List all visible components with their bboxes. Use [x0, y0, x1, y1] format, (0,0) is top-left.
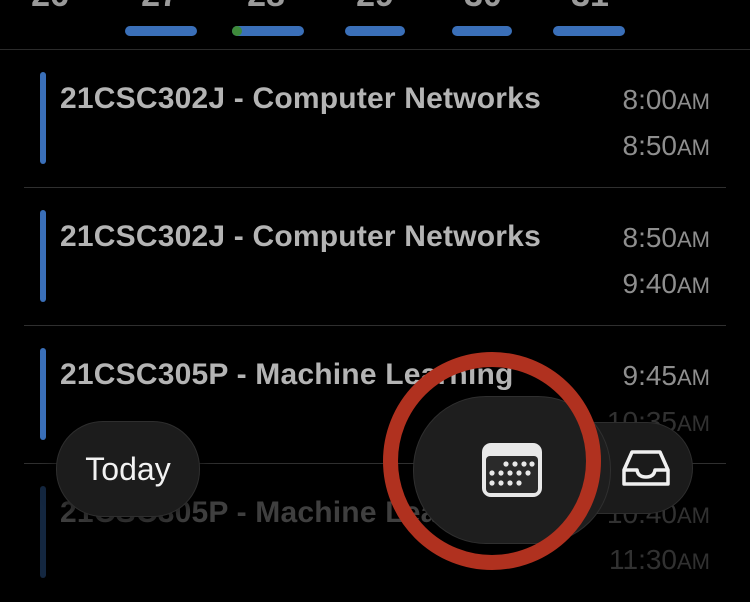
event-end-time: 8:50AM [622, 130, 711, 161]
event-start-time: 8:00AM [622, 84, 711, 115]
event-accent-bar [40, 486, 46, 578]
day-event-bar [553, 26, 625, 36]
event-title: 21CSC302J - Computer Networks [60, 220, 541, 253]
event-title: 21CSC302J - Computer Networks [60, 82, 541, 115]
day-event-dot [232, 26, 242, 36]
day-strip: 26 27 28 29 30 31 [0, 0, 750, 50]
event-accent-bar [40, 72, 46, 164]
day-event-bar [232, 26, 304, 36]
today-button[interactable]: Today [56, 421, 200, 517]
event-end-time: 11:30AM [609, 544, 710, 575]
event-row[interactable]: 21CSC302J - Computer Networks 8:00AM 8:5… [24, 50, 726, 188]
inbox-tray-icon [622, 450, 670, 486]
day-number[interactable]: 27 [120, 0, 200, 15]
event-start-time: 8:50AM [622, 222, 711, 253]
event-accent-bar [40, 210, 46, 302]
event-start-time: 9:45AM [622, 360, 711, 391]
day-number[interactable]: 30 [443, 0, 523, 15]
day-number[interactable]: 28 [226, 0, 306, 15]
day-number[interactable]: 31 [550, 0, 630, 15]
day-event-bar [345, 26, 405, 36]
day-number[interactable]: 26 [10, 0, 90, 15]
event-end-time: 9:40AM [622, 268, 711, 299]
event-accent-bar [40, 348, 46, 440]
day-number[interactable]: 29 [335, 0, 415, 15]
highlight-ring [383, 352, 601, 570]
day-event-bar [452, 26, 512, 36]
event-row[interactable]: 21CSC302J - Computer Networks 8:50AM 9:4… [24, 188, 726, 326]
day-event-bar [125, 26, 197, 36]
